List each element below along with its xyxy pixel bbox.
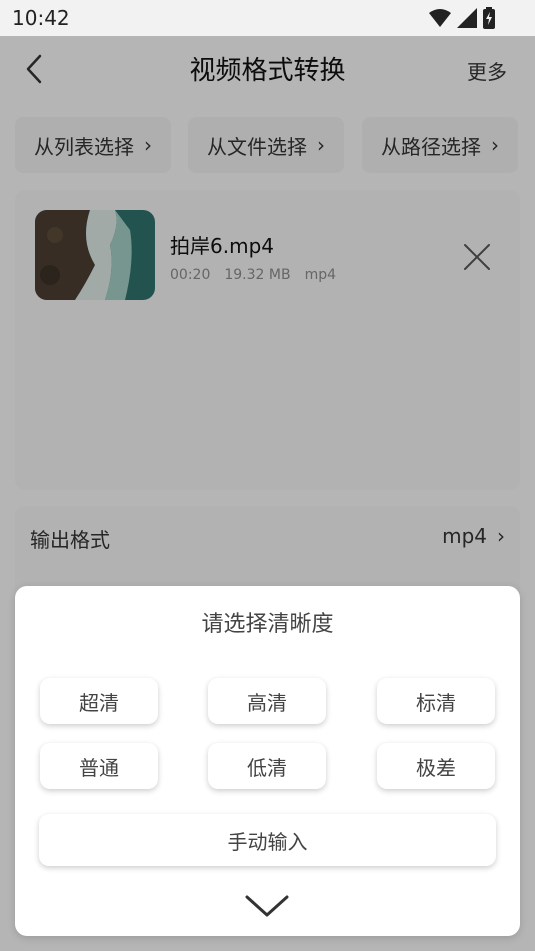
clarity-option-low[interactable]: 低清 xyxy=(208,743,326,789)
signal-icon xyxy=(457,8,477,28)
wifi-icon xyxy=(429,9,451,27)
status-time: 10:42 xyxy=(12,6,70,30)
status-bar: 10:42 xyxy=(0,0,535,36)
clarity-picker-sheet: 请选择清晰度 超清 高清 标清 普通 低清 极差 手动输入 xyxy=(15,586,520,936)
clarity-option-worst[interactable]: 极差 xyxy=(377,743,495,789)
clarity-option-normal[interactable]: 普通 xyxy=(40,743,158,789)
battery-icon xyxy=(483,7,495,29)
clarity-option-high[interactable]: 高清 xyxy=(208,678,326,724)
clarity-option-standard[interactable]: 标清 xyxy=(377,678,495,724)
sheet-title: 请选择清晰度 xyxy=(201,612,334,637)
clarity-option-ultra[interactable]: 超清 xyxy=(40,678,158,724)
status-icons xyxy=(429,7,495,29)
chevron-down-icon[interactable] xyxy=(243,891,291,921)
manual-input-button[interactable]: 手动输入 xyxy=(39,814,496,866)
